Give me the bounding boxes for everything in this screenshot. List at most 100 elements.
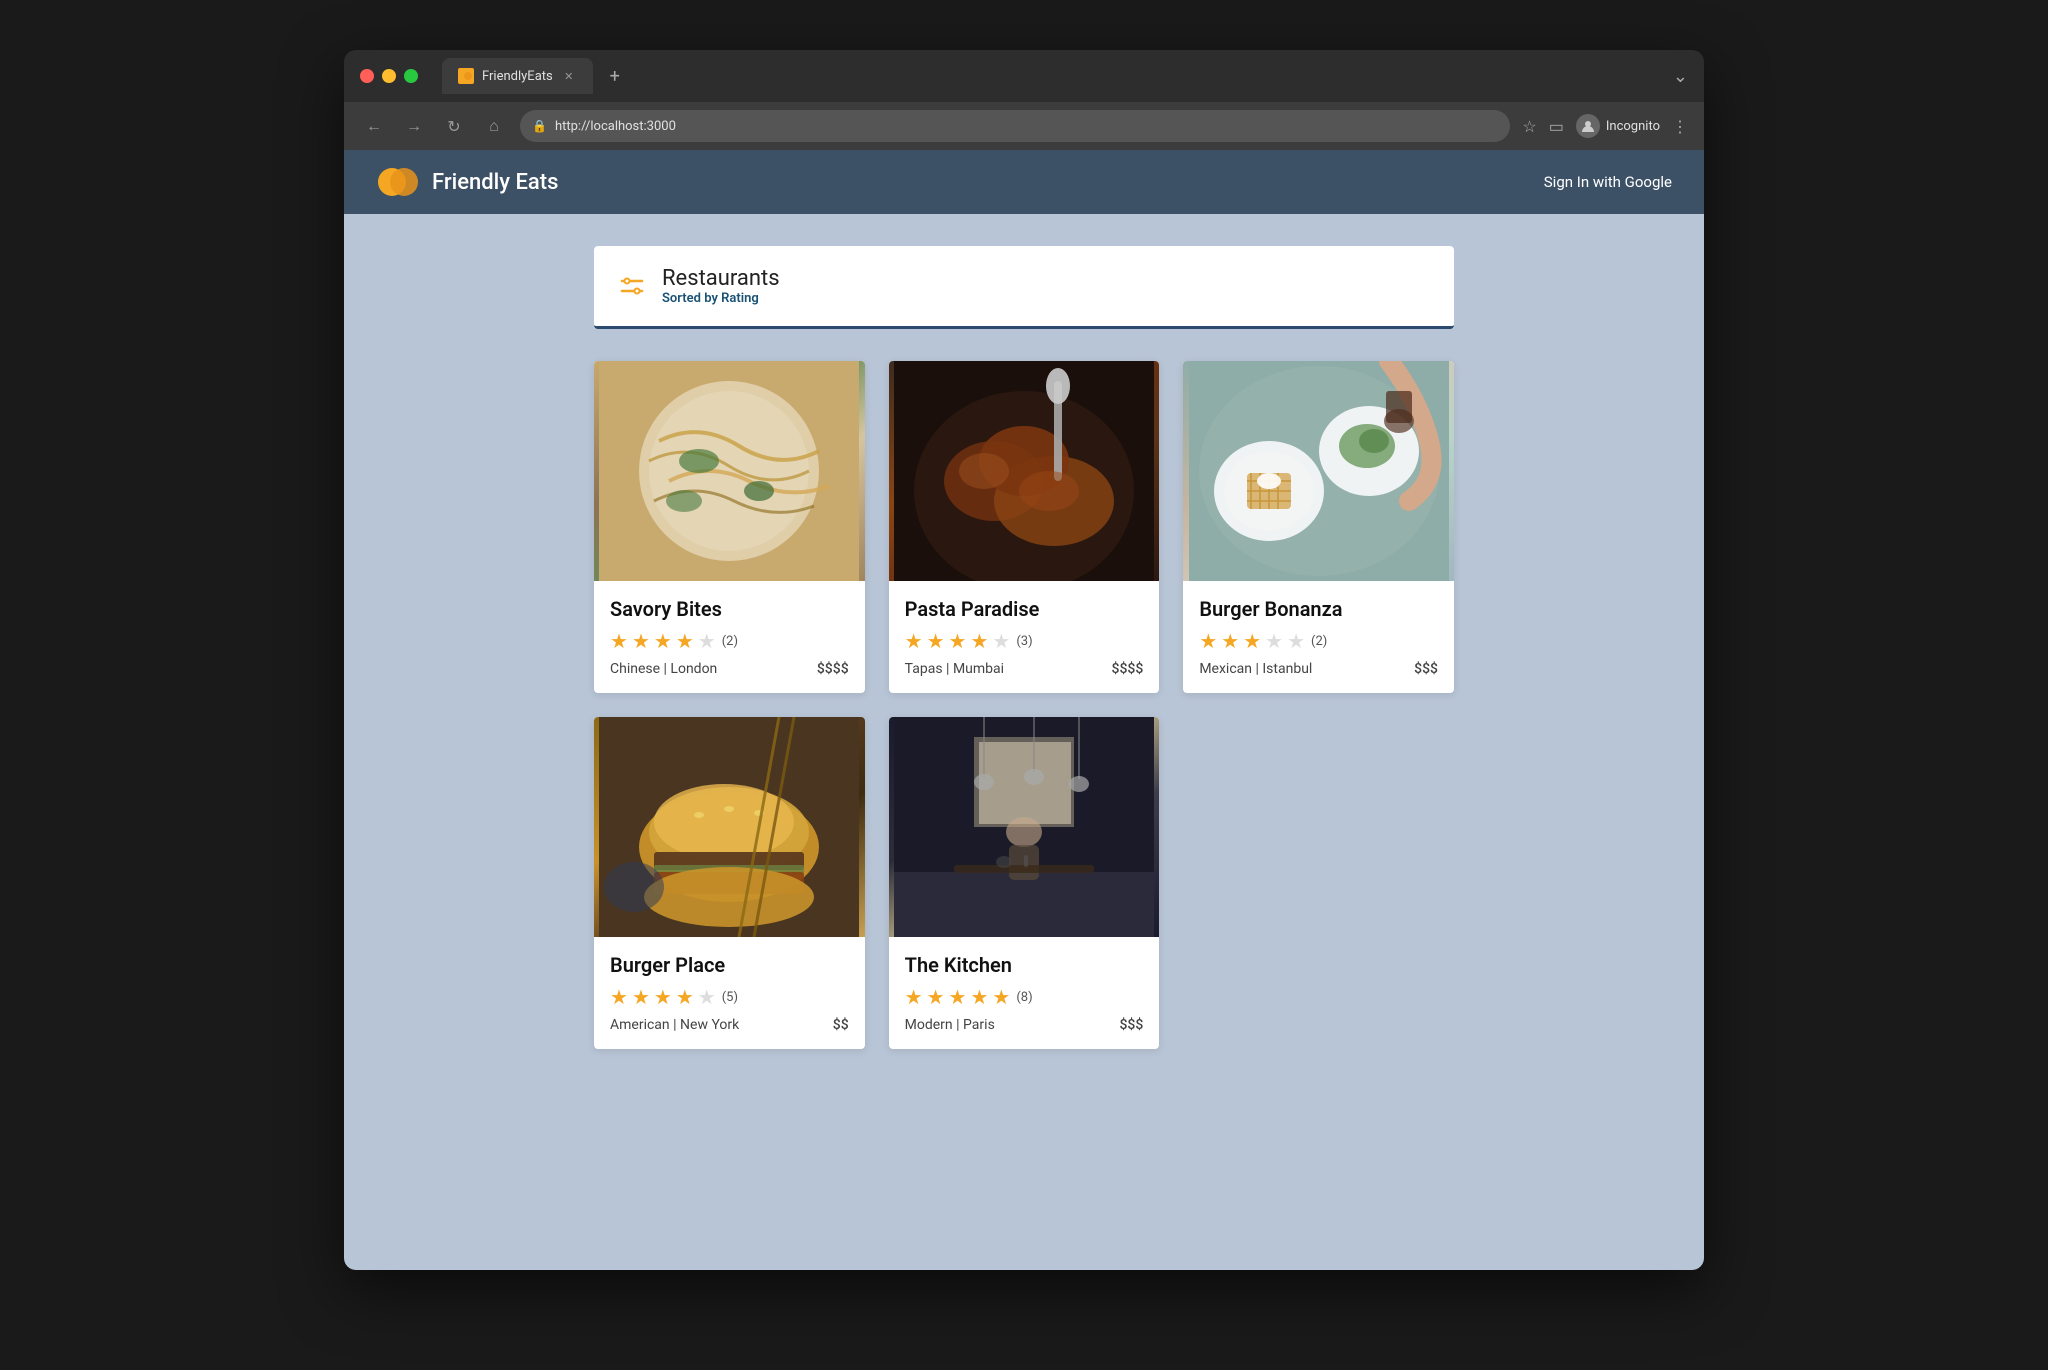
star-4-empty: ★ (1265, 629, 1283, 653)
close-button[interactable] (360, 69, 374, 83)
browser-titlebar: FriendlyEats ✕ + ⌄ (344, 50, 1704, 102)
tab-close-button[interactable]: ✕ (561, 68, 577, 84)
sort-label: Sorted by Rating (662, 291, 780, 306)
restaurant-info-burger-place: Burger Place ★ ★ ★ ★ ★ (5) (594, 937, 865, 1049)
restaurant-card-the-kitchen[interactable]: The Kitchen ★ ★ ★ ★ ★ (8) (889, 717, 1160, 1049)
address-bar[interactable]: 🔒 http://localhost:3000 (520, 110, 1510, 142)
star-2: ★ (927, 629, 945, 653)
traffic-lights (360, 69, 418, 83)
filter-icon (618, 272, 646, 300)
sign-in-button[interactable]: Sign In with Google (1544, 173, 1672, 191)
star-4: ★ (970, 985, 988, 1009)
review-count: (2) (1311, 634, 1327, 649)
restaurant-meta: Chinese | London $$$$ (610, 661, 849, 677)
cuisine-location: Chinese | London (610, 661, 717, 677)
restaurants-grid: Savory Bites ★ ★ ★ ★ ★ (2) (594, 361, 1454, 1049)
tab-title: FriendlyEats (482, 69, 553, 84)
star-1: ★ (1199, 629, 1217, 653)
tab-more-button[interactable]: ⌄ (1673, 66, 1688, 87)
active-tab[interactable]: FriendlyEats ✕ (442, 58, 593, 94)
maximize-button[interactable] (404, 69, 418, 83)
restaurant-info-the-kitchen: The Kitchen ★ ★ ★ ★ ★ (8) (889, 937, 1160, 1049)
restaurant-card-burger-place[interactable]: Burger Place ★ ★ ★ ★ ★ (5) (594, 717, 865, 1049)
star-2: ★ (927, 985, 945, 1009)
app-logo: Friendly Eats (376, 160, 558, 204)
app-content: Friendly Eats Sign In with Google Restau… (344, 150, 1704, 1270)
restaurants-title: Restaurants (662, 266, 780, 291)
restaurant-card-burger-bonanza[interactable]: Burger Bonanza ★ ★ ★ ★ ★ (2) (1183, 361, 1454, 693)
star-5-empty: ★ (1287, 629, 1305, 653)
star-1: ★ (905, 985, 923, 1009)
restaurant-image-pasta-paradise (889, 361, 1160, 581)
stars-row: ★ ★ ★ ★ ★ (5) (610, 985, 849, 1009)
star-3: ★ (949, 629, 967, 653)
star-2: ★ (632, 985, 650, 1009)
logo-icon (376, 160, 420, 204)
new-tab-button[interactable]: + (601, 62, 629, 90)
restaurant-card-savory-bites[interactable]: Savory Bites ★ ★ ★ ★ ★ (2) (594, 361, 865, 693)
url-text: http://localhost:3000 (555, 119, 676, 134)
forward-button[interactable]: → (400, 112, 428, 140)
star-3: ★ (1243, 629, 1261, 653)
browser-window: FriendlyEats ✕ + ⌄ ← → ↻ ⌂ 🔒 http://loca… (344, 50, 1704, 1270)
star-5-empty: ★ (698, 629, 716, 653)
cuisine-location: Modern | Paris (905, 1017, 995, 1033)
star-1: ★ (610, 985, 628, 1009)
stars-row: ★ ★ ★ ★ ★ (2) (1199, 629, 1438, 653)
restaurant-name: The Kitchen (905, 953, 1144, 977)
star-3: ★ (654, 985, 672, 1009)
star-2: ★ (632, 629, 650, 653)
review-count: (3) (1016, 634, 1032, 649)
stars-row: ★ ★ ★ ★ ★ (3) (905, 629, 1144, 653)
price: $$$$ (817, 661, 849, 677)
review-count: (5) (722, 990, 738, 1005)
restaurant-image-burger-bonanza (1183, 361, 1454, 581)
reload-button[interactable]: ↻ (440, 112, 468, 140)
price: $$$$ (1112, 661, 1144, 677)
review-count: (2) (722, 634, 738, 649)
restaurants-title-group: Restaurants Sorted by Rating (662, 266, 780, 306)
star-3: ★ (654, 629, 672, 653)
restaurant-meta: Modern | Paris $$$ (905, 1017, 1144, 1033)
price: $$ (833, 1017, 849, 1033)
home-button[interactable]: ⌂ (480, 112, 508, 140)
restaurant-info-pasta-paradise: Pasta Paradise ★ ★ ★ ★ ★ (3) (889, 581, 1160, 693)
restaurant-name: Burger Place (610, 953, 849, 977)
star-5-empty: ★ (698, 985, 716, 1009)
minimize-button[interactable] (382, 69, 396, 83)
star-1: ★ (905, 629, 923, 653)
restaurant-meta: Tapas | Mumbai $$$$ (905, 661, 1144, 677)
tab-favicon (458, 68, 474, 84)
cuisine-location: Tapas | Mumbai (905, 661, 1004, 677)
incognito-button[interactable]: Incognito (1576, 114, 1660, 138)
star-4: ★ (676, 629, 694, 653)
restaurant-image-burger-place (594, 717, 865, 937)
star-4: ★ (676, 985, 694, 1009)
restaurant-name: Pasta Paradise (905, 597, 1144, 621)
restaurant-name: Burger Bonanza (1199, 597, 1438, 621)
bookmark-icon[interactable]: ☆ (1522, 117, 1536, 136)
split-screen-icon[interactable]: ▭ (1549, 117, 1564, 136)
content-container: Restaurants Sorted by Rating (574, 246, 1474, 1049)
restaurant-name: Savory Bites (610, 597, 849, 621)
stars-row: ★ ★ ★ ★ ★ (8) (905, 985, 1144, 1009)
restaurant-meta: Mexican | Istanbul $$$ (1199, 661, 1438, 677)
browser-toolbar: ← → ↻ ⌂ 🔒 http://localhost:3000 ☆ ▭ Inco… (344, 102, 1704, 150)
star-1: ★ (610, 629, 628, 653)
stars-row: ★ ★ ★ ★ ★ (2) (610, 629, 849, 653)
incognito-avatar (1576, 114, 1600, 138)
restaurants-header: Restaurants Sorted by Rating (594, 246, 1454, 329)
menu-icon[interactable]: ⋮ (1672, 117, 1688, 136)
app-header: Friendly Eats Sign In with Google (344, 150, 1704, 214)
restaurant-meta: American | New York $$ (610, 1017, 849, 1033)
restaurant-info-burger-bonanza: Burger Bonanza ★ ★ ★ ★ ★ (2) (1183, 581, 1454, 693)
incognito-label: Incognito (1606, 119, 1660, 134)
main-content: Restaurants Sorted by Rating (344, 214, 1704, 1270)
back-button[interactable]: ← (360, 112, 388, 140)
star-4: ★ (970, 629, 988, 653)
restaurant-card-pasta-paradise[interactable]: Pasta Paradise ★ ★ ★ ★ ★ (3) (889, 361, 1160, 693)
price: $$$ (1119, 1017, 1143, 1033)
toolbar-right: ☆ ▭ Incognito ⋮ (1522, 114, 1688, 138)
cuisine-location: American | New York (610, 1017, 739, 1033)
review-count: (8) (1016, 990, 1032, 1005)
